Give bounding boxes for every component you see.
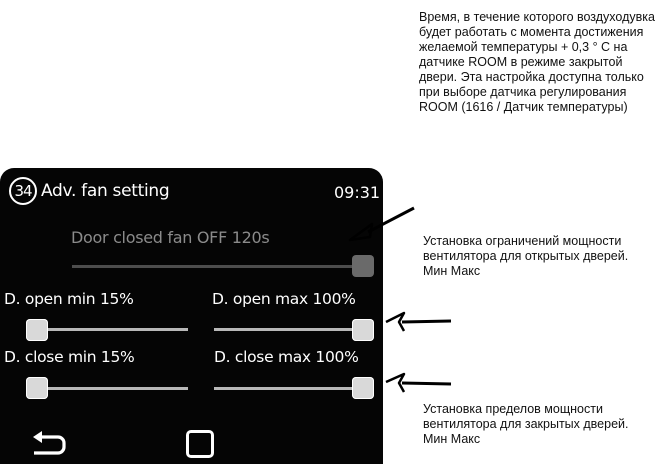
door-close-max-slider-thumb[interactable]: [352, 377, 374, 399]
device-screen: 34 Adv. fan setting 09:31 Door closed fa…: [0, 168, 383, 464]
door-open-max-slider-track[interactable]: [214, 328, 364, 331]
annotation-open-door-limits: Установка ограничений мощности вентилято…: [423, 234, 629, 278]
door-open-min-slider-track[interactable]: [26, 328, 188, 331]
annotation-closed-door-limits: Установка пределов мощности вентилятора …: [423, 402, 629, 446]
door-close-max-label: D. close max 100%: [214, 348, 359, 366]
back-arrow-icon[interactable]: [28, 430, 70, 460]
door-open-min-slider-thumb[interactable]: [26, 319, 48, 341]
annotation-door-closed-time: Время, в течение которого воздуходувка б…: [419, 10, 655, 114]
home-square-icon[interactable]: [186, 430, 214, 458]
door-closed-slider-thumb[interactable]: [352, 255, 374, 277]
door-closed-setting-label: Door closed fan OFF 120s: [71, 228, 270, 247]
door-close-min-slider-track[interactable]: [26, 387, 188, 390]
door-close-min-label: D. close min 15%: [4, 348, 135, 366]
arrow-to-close-max-slider: [385, 372, 452, 393]
clock: 09:31: [334, 183, 381, 202]
door-open-max-label: D. open max 100%: [212, 290, 356, 308]
door-close-max-slider-track[interactable]: [214, 387, 364, 390]
screen-title: Adv. fan setting: [41, 181, 170, 201]
door-open-max-slider-thumb[interactable]: [352, 319, 374, 341]
arrow-to-open-max-slider: [385, 311, 452, 332]
door-open-min-label: D. open min 15%: [4, 290, 134, 308]
door-closed-slider-track[interactable]: [72, 265, 362, 268]
door-close-min-slider-thumb[interactable]: [26, 377, 48, 399]
screen-number-badge: 34: [9, 177, 37, 205]
